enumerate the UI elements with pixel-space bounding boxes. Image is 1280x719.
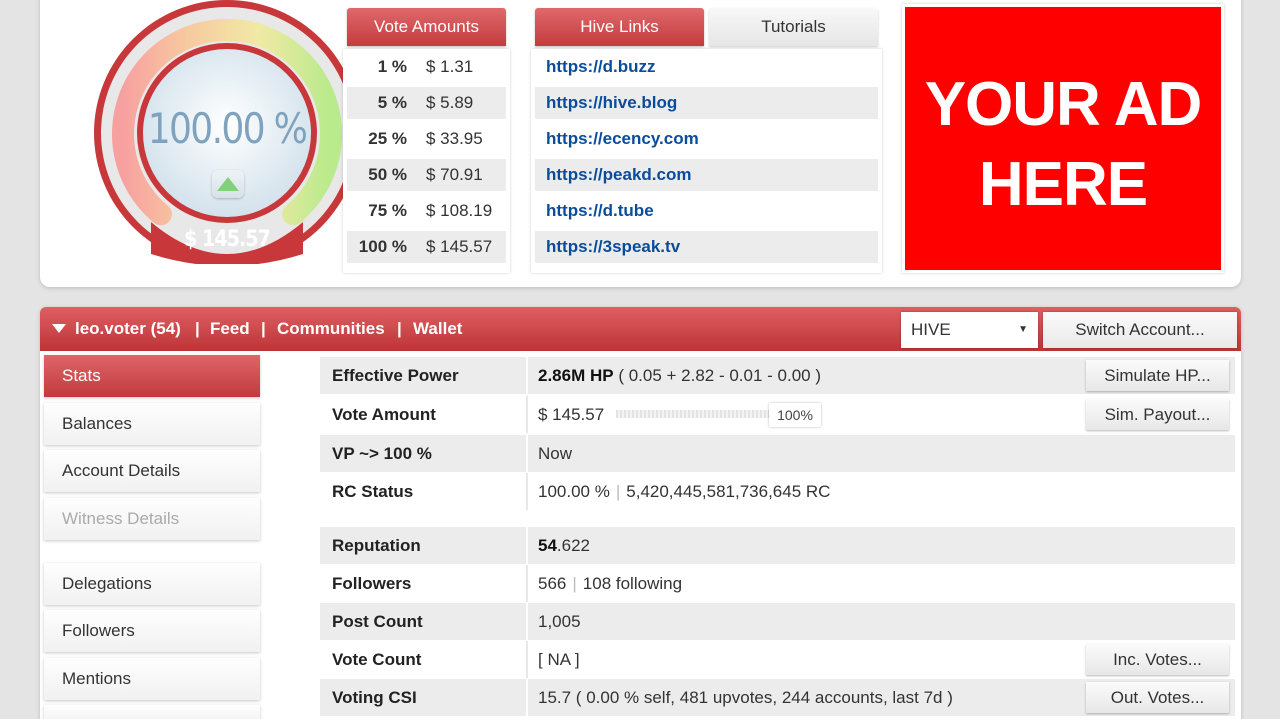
account-name-link[interactable]: leo.voter (54)	[75, 319, 181, 339]
vote-amount-row: 75 % $ 108.19	[368, 201, 493, 220]
vp-value: Now	[538, 444, 573, 463]
rc-value: 100.00 % | 5,420,445,581,736,645 RC	[538, 482, 831, 501]
sidebar-item-mentions[interactable]: Mentions	[44, 658, 260, 700]
sidebar-item-delegations[interactable]: Delegations	[44, 563, 260, 605]
link-hive-blog[interactable]: https://hive.blog	[535, 87, 878, 119]
vote-amounts-tab[interactable]: Vote Amounts	[347, 8, 506, 46]
post-count-value: 1,005	[538, 612, 581, 631]
switch-account-button[interactable]: Switch Account...	[1043, 312, 1237, 348]
link-peakd[interactable]: https://peakd.com	[535, 159, 878, 191]
nav-separator: |	[195, 319, 200, 338]
dropdown-arrow-icon: ▼	[1018, 324, 1028, 335]
sidebar-item-account-details[interactable]: Account Details	[44, 450, 260, 492]
sidebar-item-balances[interactable]: Balances	[44, 403, 260, 445]
link-dtube[interactable]: https://d.tube	[535, 195, 878, 227]
nav-wallet[interactable]: Wallet	[413, 319, 462, 339]
vote-power-gauge: 100.00 % $ 145.57	[90, 0, 364, 266]
chain-select[interactable]: HIVE ▼	[901, 312, 1038, 348]
chain-select-value: HIVE	[911, 320, 951, 339]
link-3speak[interactable]: https://3speak.tv	[535, 231, 878, 263]
stat-row-effective-power: Effective Power 2.86M HP ( 0.05 + 2.82 -…	[320, 357, 1235, 394]
hive-links-list: https://d.buzz https://hive.blog https:/…	[531, 49, 882, 273]
account-bar: leo.voter (54) | Feed | Communities | Wa…	[40, 307, 1241, 351]
voting-csi-value: 15.7 ( 0.00 % self, 481 upvotes, 244 acc…	[538, 688, 953, 707]
stat-row-reputation: Reputation 54.622	[320, 527, 1235, 564]
top-panel: 100.00 % $ 145.57 Vote Amounts 1 % $ 1.3…	[40, 0, 1241, 287]
stat-row-post-count: Post Count 1,005	[320, 603, 1235, 640]
link-ecency[interactable]: https://ecency.com	[535, 123, 878, 155]
nav-separator: |	[397, 319, 402, 338]
link-dbuzz[interactable]: https://d.buzz	[535, 51, 878, 83]
vote-weight-label: 100%	[769, 403, 821, 427]
vote-weight-slider[interactable]	[616, 410, 770, 418]
gauge-vote-value: $ 145.57	[184, 227, 271, 252]
stat-row-followers: Followers 566 | 108 following	[320, 565, 1235, 602]
vote-count-value: [ NA ]	[538, 650, 580, 669]
vote-amount-row: 5 % $ 5.89	[347, 87, 506, 119]
vote-amount-row: 25 % $ 33.95	[368, 129, 483, 148]
account-panel: leo.voter (54) | Feed | Communities | Wa…	[40, 307, 1241, 719]
stat-row-vote-amount: Vote Amount $ 145.57 100% Sim. Payout...	[320, 396, 1235, 433]
vote-amount-row: 1 % $ 1.31	[377, 57, 474, 76]
sim-payout-button[interactable]: Sim. Payout...	[1086, 399, 1229, 430]
ad-line-1: YOUR AD	[924, 70, 1203, 139]
out-votes-button[interactable]: Out. Votes...	[1086, 682, 1229, 713]
ad-content: YOUR AD HERE	[905, 7, 1221, 270]
simulate-hp-button[interactable]: Simulate HP...	[1086, 360, 1229, 391]
vote-amount-row: 100 % $ 145.57	[347, 231, 506, 263]
sidebar-item-witness-details[interactable]: Witness Details	[44, 498, 260, 540]
effective-power-value: 2.86M HP ( 0.05 + 2.82 - 0.01 - 0.00 )	[538, 366, 822, 385]
stat-row-vote-count: Vote Count [ NA ] Inc. Votes...	[320, 641, 1235, 678]
vote-amount-value: $ 145.57	[538, 405, 605, 424]
stat-row-voting-csi: Voting CSI 15.7 ( 0.00 % self, 481 upvot…	[320, 679, 1235, 716]
vote-amount-row: 50 % $ 70.91	[347, 159, 506, 191]
sidebar-item-more[interactable]	[44, 705, 260, 719]
inc-votes-button[interactable]: Inc. Votes...	[1086, 644, 1229, 675]
tab-tutorials[interactable]: Tutorials	[709, 8, 878, 46]
nav-separator: |	[261, 319, 266, 338]
sidebar-item-stats[interactable]: Stats	[44, 355, 260, 397]
followers-value: 566 | 108 following	[538, 574, 683, 593]
tab-hive-links[interactable]: Hive Links	[535, 8, 704, 46]
nav-feed[interactable]: Feed	[210, 319, 250, 339]
vote-amounts-table: 1 % $ 1.31 5 % $ 5.89 25 % $ 33.95 50 % …	[343, 49, 510, 273]
ad-line-2: HERE	[978, 150, 1148, 219]
stat-row-rc-status: RC Status 100.00 % | 5,420,445,581,736,645…	[320, 473, 1235, 510]
sidebar-item-followers[interactable]: Followers	[44, 610, 260, 652]
ad-banner[interactable]: YOUR AD HERE	[902, 4, 1224, 273]
vote-up-button[interactable]	[212, 170, 244, 198]
stat-row-vp: VP ~> 100 % Now	[320, 435, 1235, 472]
nav-communities[interactable]: Communities	[277, 319, 385, 339]
reputation-value: 54.622	[538, 536, 591, 555]
gauge-percent: 100.00 %	[147, 104, 308, 153]
collapse-triangle-icon[interactable]	[52, 324, 66, 333]
